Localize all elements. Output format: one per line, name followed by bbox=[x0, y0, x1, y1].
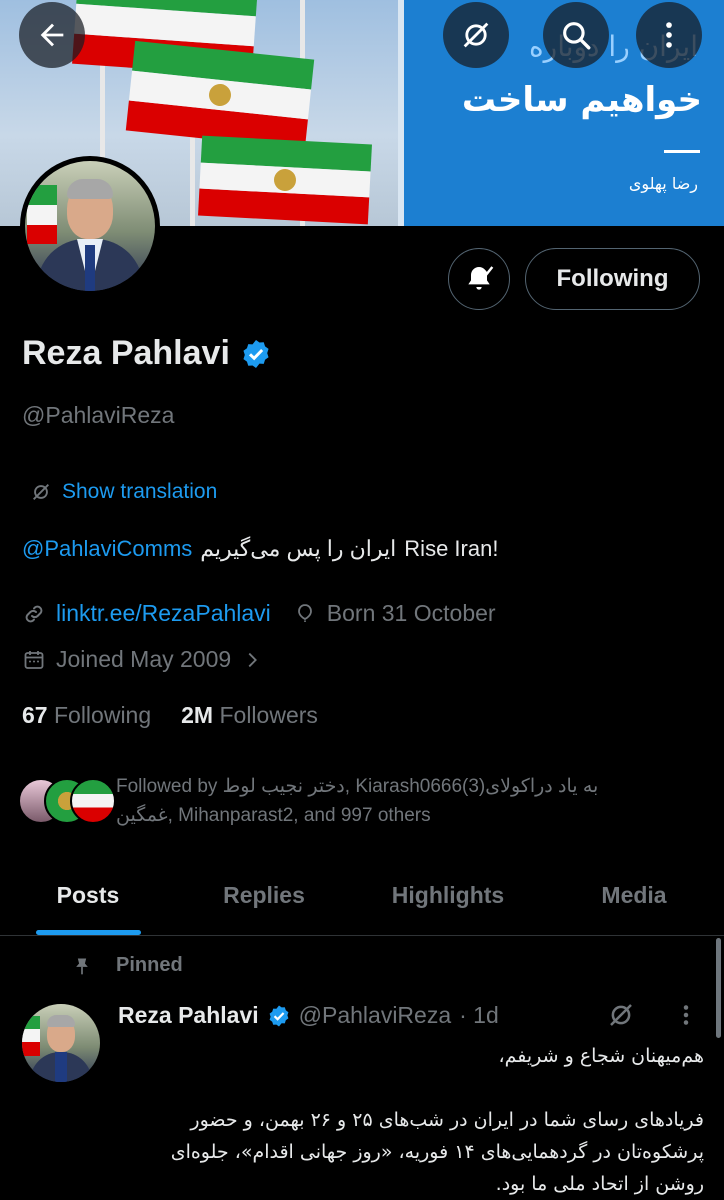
translate-icon bbox=[463, 22, 489, 48]
back-button[interactable] bbox=[19, 2, 85, 68]
banner-line2: خواهیم ساخت bbox=[461, 80, 702, 120]
followed-by-text: Followed by دختر نجیب لوط, Kiarash0666(3… bbox=[116, 772, 686, 830]
profile-birthday: Born 31 October bbox=[326, 600, 496, 626]
profile-name-row: Reza Pahlavi bbox=[22, 334, 272, 373]
post-body[interactable]: هم‌میهنان شجاع و شریفم، فریادهای رسای شم… bbox=[118, 1040, 704, 1200]
link-icon bbox=[25, 605, 43, 622]
followers-count-label: Followers bbox=[219, 702, 318, 728]
banner-dash bbox=[664, 150, 700, 153]
translate-button[interactable] bbox=[443, 2, 509, 68]
more-icon bbox=[666, 22, 672, 48]
verified-badge-icon bbox=[269, 1005, 289, 1026]
search-icon bbox=[563, 22, 591, 50]
profile-avatar[interactable] bbox=[20, 156, 160, 296]
followed-by-line2: غمگین, Mihanparast2, and 997 others bbox=[116, 805, 431, 826]
followers-count-link[interactable]: 2M Followers bbox=[181, 702, 318, 729]
more-icon[interactable] bbox=[676, 1000, 696, 1030]
flag-image bbox=[198, 135, 372, 225]
post-timestamp[interactable]: · 1d bbox=[459, 1002, 499, 1029]
post-header: Reza Pahlavi @PahlaviReza · 1d bbox=[118, 1002, 499, 1029]
flag-image bbox=[22, 1016, 40, 1056]
post-paragraph: هم‌میهنان شجاع و شریفم، bbox=[498, 1045, 705, 1067]
following-button[interactable]: Following bbox=[525, 248, 700, 310]
pinned-label: Pinned bbox=[116, 954, 183, 976]
chevron-right-icon bbox=[248, 652, 258, 667]
post-paragraph: فریادهای رسای شما در ایران در شب‌های ۲۵ … bbox=[170, 1109, 704, 1195]
follow-counts: 67 Following 2M Followers bbox=[22, 702, 318, 729]
bio-text-fa: ایران را پس می‌گیریم bbox=[200, 536, 397, 561]
pinned-label-row: Pinned bbox=[72, 954, 183, 977]
post-author-avatar[interactable] bbox=[22, 1004, 100, 1082]
balloon-icon bbox=[297, 603, 312, 622]
flag-image bbox=[27, 185, 57, 245]
pin-icon bbox=[76, 958, 88, 974]
post-author-handle[interactable]: @PahlaviReza bbox=[299, 1002, 451, 1029]
post-actions bbox=[606, 1000, 696, 1030]
tab-posts[interactable]: Posts bbox=[0, 856, 176, 935]
scrollbar-thumb[interactable] bbox=[716, 938, 721, 1038]
post-author-name[interactable]: Reza Pahlavi bbox=[118, 1002, 259, 1029]
profile-meta-row: linktr.ee/RezaPahlavi Born 31 October bbox=[22, 600, 496, 627]
back-arrow-icon bbox=[40, 23, 64, 47]
calendar-icon bbox=[24, 650, 44, 669]
profile-tabs: Posts Replies Highlights Media bbox=[0, 856, 724, 936]
translate-icon[interactable] bbox=[606, 1000, 636, 1030]
bio-text-en: Rise Iran! bbox=[404, 536, 499, 561]
following-count: 67 bbox=[22, 702, 48, 728]
following-count-label: Following bbox=[53, 702, 152, 728]
followed-by-line1: Followed by دختر نجیب لوط, Kiarash0666(3… bbox=[116, 776, 599, 797]
search-button[interactable] bbox=[543, 2, 609, 68]
notifications-button[interactable] bbox=[448, 248, 510, 310]
tab-replies[interactable]: Replies bbox=[176, 856, 352, 935]
profile-handle: @PahlaviReza bbox=[22, 402, 175, 428]
flag-image bbox=[125, 40, 315, 150]
verified-badge-icon[interactable] bbox=[240, 338, 272, 370]
profile-website-link[interactable]: linktr.ee/RezaPahlavi bbox=[56, 600, 271, 627]
banner-signature: رضا پهلوی bbox=[628, 174, 698, 193]
more-button[interactable] bbox=[636, 2, 702, 68]
show-translation-button[interactable]: Show translation bbox=[30, 480, 217, 504]
translate-icon bbox=[33, 484, 49, 500]
avatar-image bbox=[25, 161, 155, 291]
profile-bio: @PahlaviComms ایران را پس می‌گیریم Rise … bbox=[22, 536, 498, 562]
show-translation-label: Show translation bbox=[62, 480, 218, 503]
tab-highlights[interactable]: Highlights bbox=[352, 856, 544, 935]
bio-mention-link[interactable]: @PahlaviComms bbox=[22, 536, 192, 562]
following-count-link[interactable]: 67 Following bbox=[22, 702, 151, 729]
profile-joined: Joined May 2009 bbox=[56, 646, 232, 672]
follower-avatar bbox=[70, 778, 116, 824]
followers-count: 2M bbox=[181, 702, 214, 728]
active-tab-indicator bbox=[36, 930, 141, 935]
profile-name: Reza Pahlavi bbox=[22, 334, 230, 372]
profile-joined-row[interactable]: Joined May 2009 bbox=[22, 646, 263, 673]
bell-check-icon bbox=[468, 266, 494, 290]
tab-media[interactable]: Media bbox=[544, 856, 724, 935]
